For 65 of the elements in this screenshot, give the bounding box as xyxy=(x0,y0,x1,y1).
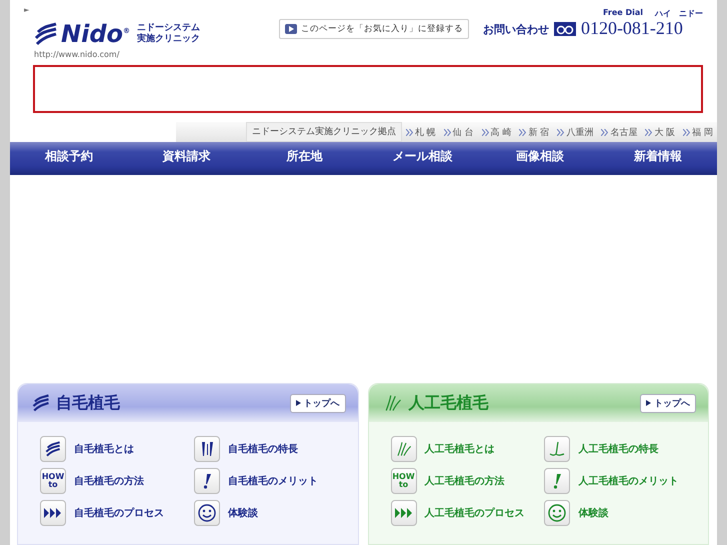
location-link[interactable]: 札 幌 xyxy=(402,126,440,138)
logo-text: Nido$^{®}$ xyxy=(61,22,130,46)
play-icon xyxy=(646,400,651,406)
triple-arrow-icon xyxy=(44,508,62,518)
double-chevron-icon xyxy=(557,128,564,136)
double-chevron-icon xyxy=(645,128,652,136)
double-chevron-icon xyxy=(406,128,413,136)
section-title: 自毛植毛 xyxy=(56,392,121,414)
free-dial-icon xyxy=(554,22,576,36)
menu-link[interactable]: 自毛植毛のプロセス xyxy=(40,500,194,526)
menu-link[interactable]: 体験談 xyxy=(194,500,348,526)
site-url: http://www.nido.com/ xyxy=(34,50,120,59)
double-chevron-icon xyxy=(444,128,451,136)
location-link[interactable]: 高 崎 xyxy=(478,126,516,138)
hair-strand-icon xyxy=(549,441,566,457)
play-icon xyxy=(284,24,297,34)
location-link[interactable]: 仙 台 xyxy=(440,126,478,138)
double-chevron-icon xyxy=(482,128,488,136)
play-icon xyxy=(296,400,300,406)
section-title: 人工毛植毛 xyxy=(408,392,490,414)
double-chevron-icon xyxy=(601,128,608,136)
location-link[interactable]: 八重洲 xyxy=(553,126,598,138)
smiley-icon xyxy=(198,504,216,522)
menu-link[interactable]: 人工毛植毛のプロセス xyxy=(390,500,544,526)
phone-number: 0120-081-210 xyxy=(580,19,684,39)
menu-link[interactable]: HOW to 自毛植毛の方法 xyxy=(40,468,194,494)
how-to-icon: HOW to xyxy=(392,473,415,489)
how-to-icon: HOW to xyxy=(42,473,64,489)
free-dial-reading: ハイ ニドー xyxy=(655,8,703,19)
location-link[interactable]: 大 阪 xyxy=(641,126,680,138)
hair-strands-icon xyxy=(382,394,402,412)
waves-icon xyxy=(32,394,50,412)
hair-strands-icon xyxy=(396,441,412,457)
waves-logo-icon xyxy=(34,22,58,46)
smiley-icon xyxy=(548,504,566,522)
clinic-name: ニドーシステム 実施クリニック xyxy=(136,23,200,45)
exclamation-icon xyxy=(552,473,562,489)
location-link[interactable]: 福 岡 xyxy=(679,126,717,138)
waves-icon xyxy=(45,441,61,457)
favorite-button[interactable]: このページを「お気に入り」に登録する xyxy=(278,19,469,39)
menu-link[interactable]: 人工毛植毛とは xyxy=(390,436,544,462)
nav-link[interactable]: 新着情報 xyxy=(599,148,717,169)
menu-link[interactable]: 体験談 xyxy=(544,500,698,526)
free-dial-label: Free Dial xyxy=(602,8,643,19)
menu-link[interactable]: 自毛植毛の特長 xyxy=(194,436,348,462)
menu-link[interactable]: 人工毛植毛のメリット xyxy=(544,468,698,494)
double-chevron-icon xyxy=(519,128,526,136)
menu-link[interactable]: 自毛植毛とは xyxy=(40,436,194,462)
location-link[interactable]: 名古屋 xyxy=(597,126,642,138)
nav-link[interactable]: 画像相談 xyxy=(481,148,600,169)
nav-link[interactable]: メール相談 xyxy=(363,148,482,169)
locations-title: ニドーシステム実施クリニック拠点 xyxy=(246,122,402,142)
contact-label: お問い合わせ xyxy=(482,22,549,37)
menu-link[interactable]: HOW to 人工毛植毛の方法 xyxy=(390,468,544,494)
triple-arrow-icon xyxy=(394,508,412,518)
location-link[interactable]: 新 宿 xyxy=(515,126,554,138)
menu-link[interactable]: 自毛植毛のメリット xyxy=(194,468,348,494)
double-chevron-icon xyxy=(683,128,690,136)
top-link-button[interactable]: トップへ xyxy=(640,394,696,412)
nav-link[interactable]: 所在地 xyxy=(246,148,364,169)
top-link-button[interactable]: トップへ xyxy=(290,394,346,412)
exclamation-icon xyxy=(202,473,212,489)
menu-link[interactable]: 人工毛植毛の特長 xyxy=(544,436,698,462)
nav-link[interactable]: 相談予約 xyxy=(10,148,128,169)
nav-link[interactable]: 資料請求 xyxy=(128,148,246,169)
